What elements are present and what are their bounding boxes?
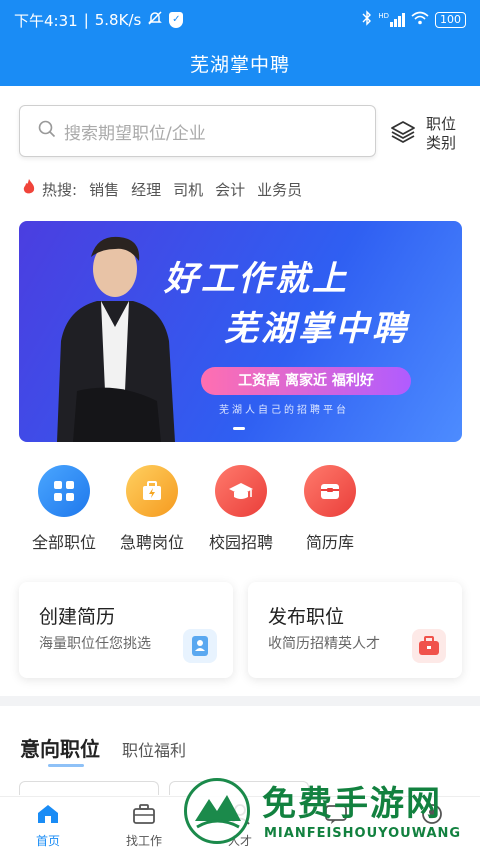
- tab-job-benefits[interactable]: 职位福利: [122, 737, 186, 761]
- quick-all-jobs[interactable]: 全部职位: [19, 465, 109, 553]
- section-divider: [0, 696, 480, 706]
- card-title: 创建简历: [39, 606, 116, 628]
- graduation-cap-icon: [215, 465, 267, 517]
- category-label: 职位 类别: [425, 115, 456, 152]
- status-time: 下午4:31: [14, 11, 78, 30]
- promo-banner[interactable]: 好工作就上 芜湖掌中聘 工资高 离家近 福利好 芜湖人自己的招聘平台: [19, 221, 462, 442]
- job-section-tabs: 意向职位 职位福利: [20, 733, 186, 767]
- card-subtitle: 收简历招精英人才: [268, 636, 380, 652]
- banner-headline-1: 好工作就上: [164, 259, 349, 299]
- resume-icon: [183, 629, 217, 663]
- mute-icon: [147, 10, 163, 30]
- banner-tagline: 芜湖人自己的招聘平台: [219, 405, 349, 416]
- card-title: 发布职位: [268, 606, 345, 628]
- hot-term[interactable]: 会计: [215, 179, 245, 200]
- watermark-logo: [184, 778, 250, 844]
- grid-icon: [38, 465, 90, 517]
- job-bag-icon: [412, 629, 446, 663]
- status-bar: 下午4:31 | 5.8K/s ✓ HD 100: [0, 0, 480, 40]
- card-subtitle: 海量职位任您挑选: [39, 636, 151, 652]
- page-title: 芜湖掌中聘: [189, 53, 290, 76]
- job-category-button[interactable]: 职位 类别: [390, 112, 465, 156]
- create-resume-card[interactable]: 创建简历 海量职位任您挑选: [19, 582, 233, 678]
- quick-label: 简历库: [305, 533, 354, 552]
- battery-icon: 100: [435, 12, 466, 28]
- wifi-icon: [411, 11, 429, 29]
- nav-home[interactable]: 首页: [0, 797, 96, 853]
- hot-term[interactable]: 销售: [89, 179, 119, 200]
- shield-icon: ✓: [169, 12, 184, 28]
- quick-campus-jobs[interactable]: 校园招聘: [196, 465, 286, 553]
- bluetooth-icon: [362, 10, 372, 30]
- watermark-subtitle: MIANFEISHOUYOUWANG: [264, 826, 462, 841]
- watermark-title: 免费手游网: [262, 784, 442, 824]
- job-chip[interactable]: [19, 781, 159, 795]
- resume-box-icon: [304, 465, 356, 517]
- hot-term[interactable]: 业务员: [257, 179, 302, 200]
- banner-benefits: 工资高 离家近 福利好: [201, 367, 411, 395]
- search-placeholder: 搜索期望职位/企业: [64, 123, 206, 144]
- tab-intended-jobs[interactable]: 意向职位: [20, 733, 100, 767]
- banner-headline-2: 芜湖掌中聘: [224, 309, 409, 349]
- quick-label: 急聘岗位: [119, 533, 184, 552]
- watermark: 免费手游网 MIANFEISHOUYOUWANG: [180, 772, 480, 853]
- nav-find-job[interactable]: 找工作: [96, 797, 192, 853]
- quick-label: 校园招聘: [208, 533, 273, 552]
- banner-page-indicator: [233, 427, 245, 430]
- app-header: 芜湖掌中聘: [0, 40, 480, 86]
- home-icon: [36, 803, 60, 828]
- status-speed: 5.8K/s: [94, 11, 142, 29]
- post-job-card[interactable]: 发布职位 收简历招精英人才: [248, 582, 462, 678]
- quick-resume-bank[interactable]: 简历库: [285, 465, 375, 553]
- search-icon: [38, 120, 56, 142]
- briefcase-icon: [132, 803, 156, 828]
- hot-search-label: 热搜:: [42, 180, 78, 199]
- briefcase-bolt-icon: [126, 465, 178, 517]
- layers-icon: [390, 120, 416, 148]
- hot-search-bar: 热搜: 销售 经理 司机 会计 业务员: [22, 178, 302, 200]
- search-input[interactable]: 搜索期望职位/企业: [19, 105, 376, 157]
- hot-term[interactable]: 司机: [173, 179, 203, 200]
- quick-label: 全部职位: [31, 533, 96, 552]
- quick-urgent-jobs[interactable]: 急聘岗位: [107, 465, 197, 553]
- signal-icon: HD: [378, 13, 405, 27]
- hot-term[interactable]: 经理: [131, 179, 161, 200]
- fire-icon: [22, 178, 36, 200]
